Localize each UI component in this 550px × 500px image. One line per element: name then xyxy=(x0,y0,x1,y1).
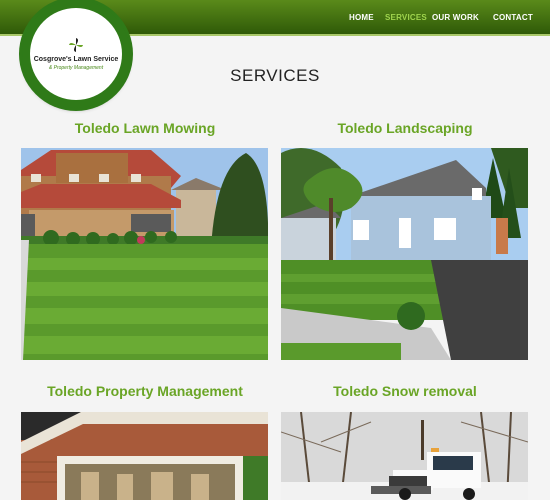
property-management-image xyxy=(21,412,268,500)
service-title-landscaping[interactable]: Toledo Landscaping xyxy=(281,120,529,136)
nav-home[interactable]: HOME xyxy=(349,13,374,22)
landscaping-photo[interactable] xyxy=(281,148,528,360)
snow-removal-image xyxy=(281,412,528,500)
service-title-property-management[interactable]: Toledo Property Management xyxy=(21,383,269,399)
site-logo[interactable]: Cosgrove's Lawn Service & Property Manag… xyxy=(22,0,130,108)
snow-removal-photo[interactable] xyxy=(281,412,528,500)
nav-our-work[interactable]: OUR WORK xyxy=(432,13,479,22)
page-title: SERVICES xyxy=(230,66,320,85)
logo-badge: Cosgrove's Lawn Service & Property Manag… xyxy=(30,8,122,100)
leaf-pinwheel-icon xyxy=(69,38,83,52)
nav-contact[interactable]: CONTACT xyxy=(493,13,533,22)
service-title-lawn-mowing[interactable]: Toledo Lawn Mowing xyxy=(21,120,269,136)
nav-services[interactable]: SERVICES xyxy=(385,13,427,22)
property-management-photo[interactable] xyxy=(21,412,268,500)
service-title-snow-removal[interactable]: Toledo Snow removal xyxy=(281,383,529,399)
landscaping-image xyxy=(281,148,528,360)
logo-business-name: Cosgrove's Lawn Service xyxy=(33,56,119,63)
lawn-mowing-image xyxy=(21,148,268,360)
lawn-mowing-photo[interactable] xyxy=(21,148,268,360)
